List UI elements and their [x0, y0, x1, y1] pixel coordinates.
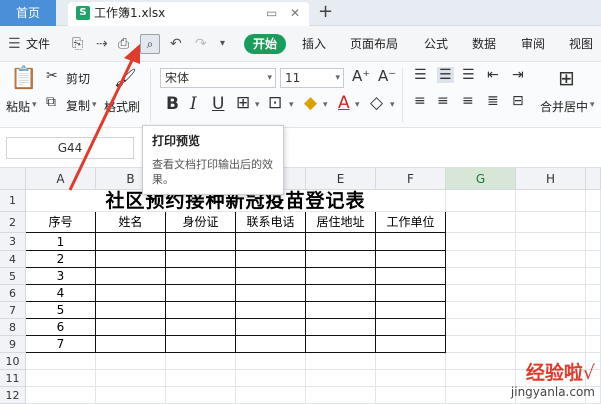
watermark: 经验啦√ jingyanla.com: [511, 358, 595, 399]
watermark-url: jingyanla.com: [510, 385, 595, 399]
arrow-head: [124, 44, 140, 64]
annotation-arrow: [68, 44, 140, 191]
arrow-shaft: [68, 55, 136, 191]
check-icon: √: [582, 362, 595, 384]
watermark-logo-text: 经验啦: [525, 362, 583, 384]
